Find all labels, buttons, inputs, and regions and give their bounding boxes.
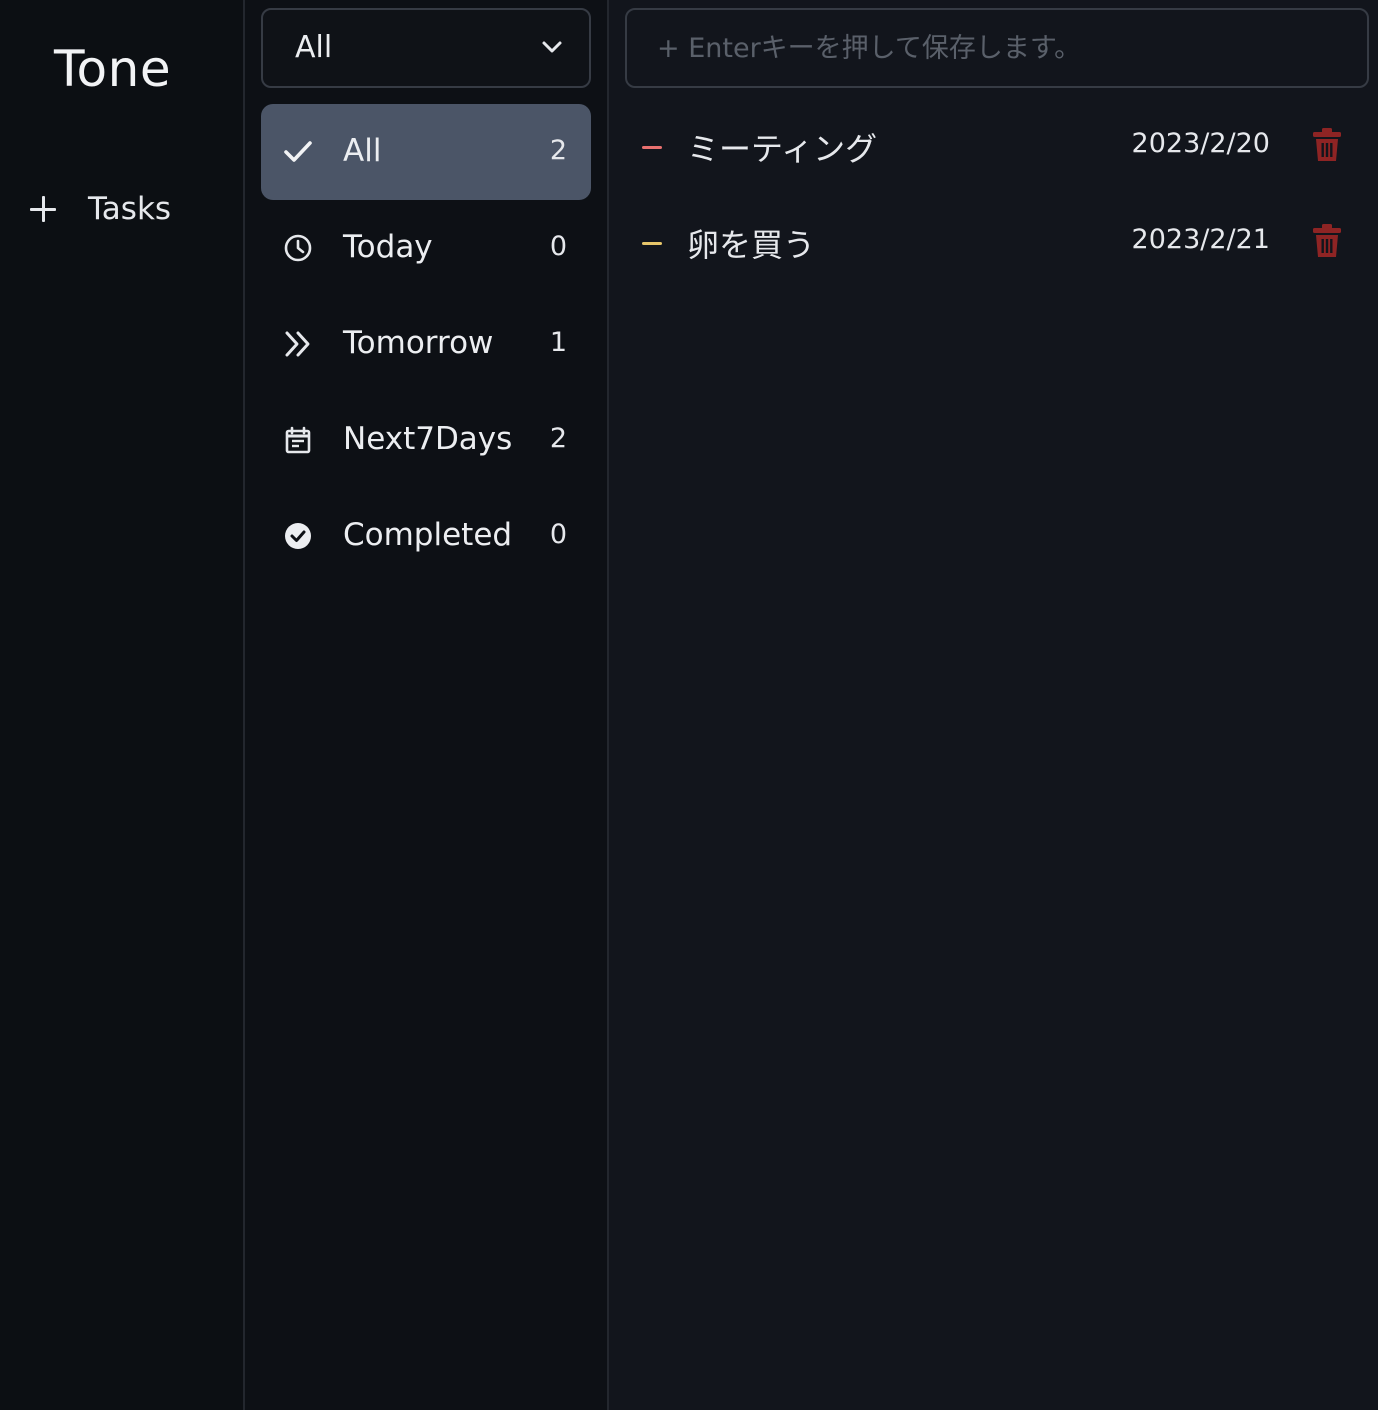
filter-list: All 2 Today 0 Tomorrow 1 Next7Days 2 Com…	[261, 104, 591, 584]
priority-indicator	[642, 242, 662, 245]
filter-select[interactable]: All	[261, 8, 591, 88]
new-task-input[interactable]	[625, 8, 1369, 88]
filter-select-value: All	[295, 30, 333, 65]
filter-item-label: Tomorrow	[343, 325, 494, 361]
plus-icon	[28, 194, 58, 224]
filter-item-label: Next7Days	[343, 421, 513, 457]
chevron-down-icon	[542, 41, 562, 53]
filter-item-label: All	[343, 133, 382, 169]
double-chevron-right-icon	[285, 331, 310, 357]
task-due-date: 2023/2/21	[1131, 224, 1270, 255]
filter-item-label: Today	[343, 229, 433, 265]
sidebar-item-label: Tasks	[88, 191, 172, 227]
task-panel: ミーティング 2023/2/20 卵を買う 2023/2/21	[609, 0, 1378, 1410]
trash-icon[interactable]	[1311, 223, 1343, 259]
app-logo-title: Tone	[54, 40, 172, 98]
priority-indicator	[642, 146, 662, 149]
filter-item-completed[interactable]: Completed 0	[261, 488, 591, 584]
sidebar: Tone Tasks	[0, 0, 245, 1410]
filter-item-count: 0	[549, 519, 567, 550]
filter-item-count: 1	[549, 327, 567, 358]
task-row[interactable]: 卵を買う 2023/2/21	[625, 192, 1365, 288]
filter-item-count: 0	[549, 231, 567, 262]
filter-item-tomorrow[interactable]: Tomorrow 1	[261, 296, 591, 392]
trash-icon[interactable]	[1311, 127, 1343, 163]
clock-icon	[284, 234, 312, 262]
task-row[interactable]: ミーティング 2023/2/20	[625, 96, 1365, 192]
filter-item-all[interactable]: All 2	[261, 104, 591, 200]
task-name[interactable]: ミーティング	[687, 124, 877, 170]
task-list: ミーティング 2023/2/20 卵を買う 2023/2/21	[625, 96, 1365, 288]
check-icon	[284, 141, 312, 162]
check-circle-icon	[285, 523, 311, 549]
filter-item-count: 2	[549, 423, 567, 454]
filter-item-today[interactable]: Today 0	[261, 200, 591, 296]
calendar-icon	[285, 426, 311, 454]
task-name[interactable]: 卵を買う	[687, 220, 815, 266]
sidebar-item-tasks[interactable]: Tasks	[28, 186, 171, 232]
filter-item-next7days[interactable]: Next7Days 2	[261, 392, 591, 488]
filter-item-count: 2	[549, 135, 567, 166]
filter-panel: All All 2 Today 0 Tomorrow 1 Next7Days 2…	[245, 0, 609, 1410]
task-due-date: 2023/2/20	[1131, 128, 1270, 159]
filter-item-label: Completed	[343, 517, 513, 553]
